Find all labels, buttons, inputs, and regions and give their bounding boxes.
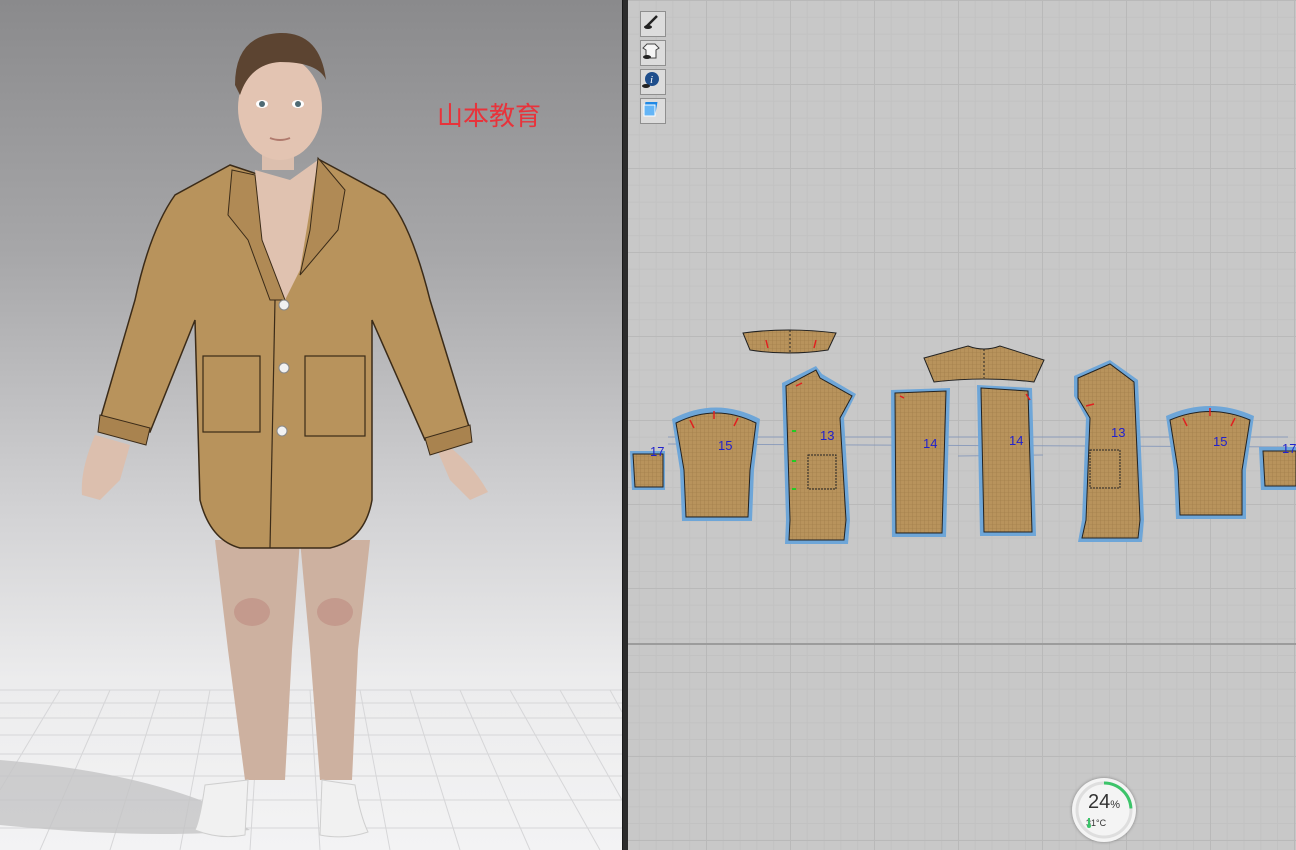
2d-pattern-viewport[interactable]: 17 15 13 14 14 13 15 17 i 24% 31°C bbox=[628, 0, 1296, 850]
show-info-button[interactable]: i bbox=[640, 69, 666, 95]
pattern-canvas bbox=[630, 329, 1296, 544]
show-texture-button[interactable] bbox=[640, 98, 666, 124]
avatar bbox=[81, 32, 488, 838]
cpu-percent-text: 24% bbox=[1087, 791, 1121, 813]
pattern-piece-back-yoke bbox=[923, 345, 1045, 383]
show-pattern-button[interactable] bbox=[640, 11, 666, 37]
show-garment-icon bbox=[642, 43, 660, 59]
cpu-temperature: 31°C bbox=[1086, 818, 1107, 828]
show-garment-button[interactable] bbox=[640, 40, 666, 66]
pattern-piece-back-right bbox=[977, 385, 1036, 536]
pattern-piece-front-right bbox=[1074, 360, 1144, 542]
svg-text:i: i bbox=[650, 74, 653, 86]
pattern-piece-cuff-left bbox=[630, 451, 665, 490]
pattern-piece-cuff-right bbox=[1259, 447, 1296, 490]
pattern-piece-collar bbox=[742, 329, 837, 354]
pattern-piece-front-left bbox=[782, 366, 856, 544]
pattern-piece-back-left bbox=[891, 388, 950, 537]
cpu-usage-gauge: 24% 31°C bbox=[1072, 778, 1136, 842]
show-info-icon: i bbox=[642, 72, 659, 88]
thermometer-icon bbox=[1087, 818, 1091, 828]
show-texture-icon bbox=[643, 102, 658, 117]
pattern-piece-sleeve-right bbox=[1166, 406, 1254, 519]
3d-viewport[interactable]: 山本教育 bbox=[0, 0, 622, 850]
pattern-piece-sleeve-left bbox=[672, 407, 760, 521]
show-pattern-icon bbox=[644, 15, 658, 29]
watermark-text: 山本教育 bbox=[437, 102, 542, 132]
